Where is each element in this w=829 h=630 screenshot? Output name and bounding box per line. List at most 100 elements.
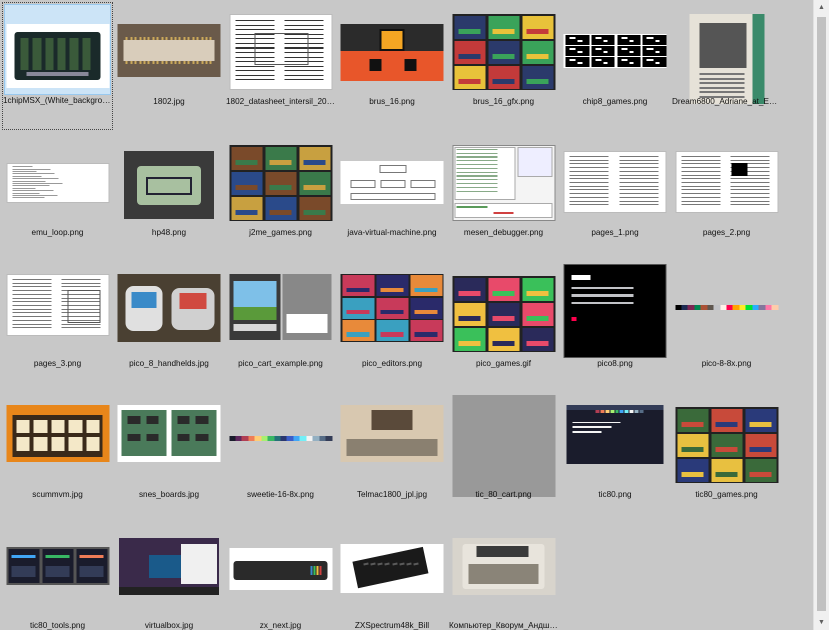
file-name-label: tic80.png (598, 490, 632, 499)
file-item[interactable]: Telmac1800_jpl.jpg (337, 395, 448, 523)
file-item[interactable]: j2me_games.png (225, 133, 336, 261)
game-grid-icon (229, 145, 332, 221)
palette-strip-icon (229, 436, 332, 441)
pcb-photo-icon (6, 24, 109, 88)
cart-icon (229, 274, 332, 340)
file-item[interactable]: tic80_games.png (671, 395, 782, 523)
debugger-window-icon (452, 145, 555, 221)
file-item[interactable]: pages_3.png (2, 264, 113, 392)
file-item[interactable]: hp48.png (114, 133, 225, 261)
cart-icon (452, 395, 555, 497)
file-item[interactable]: 1802_datasheet_intersil_2008.... (225, 2, 336, 130)
file-item[interactable]: scummvm.jpg (2, 395, 113, 523)
handheld-photo-icon (117, 274, 221, 342)
file-name-label: chip8_games.png (582, 97, 648, 106)
file-item[interactable]: tic80.png (560, 395, 671, 523)
terminal-icon (563, 264, 667, 358)
file-item[interactable]: emu_loop.png (2, 133, 113, 261)
file-name-label: zx_next.jpg (259, 621, 302, 630)
file-item[interactable]: pico_editors.png (337, 264, 448, 392)
file-name-label: pico_cart_example.png (238, 359, 323, 368)
file-name-label: Telmac1800_jpl.jpg (356, 490, 428, 499)
file-name-label: Компьютер_Кворум_Андше... (449, 621, 559, 630)
game-grid-icon (675, 407, 778, 483)
file-name-label: java-virtual-machine.png (347, 228, 437, 237)
file-item[interactable]: pico8.png (560, 264, 671, 392)
file-name-label: pages_3.png (33, 359, 82, 368)
file-item[interactable]: pico_8_handhelds.jpg (114, 264, 225, 392)
file-name-label: pico-8-8x.png (701, 359, 752, 368)
file-name-label: pages_2.png (702, 228, 751, 237)
file-name-label: mesen_debugger.png (463, 228, 544, 237)
file-name-label: virtualbox.jpg (144, 621, 194, 630)
keyboard-photo-icon (340, 544, 444, 593)
file-item[interactable]: mesen_debugger.png (448, 133, 559, 261)
file-item[interactable]: ZXSpectrum48k_Bill (337, 526, 448, 630)
file-item[interactable]: pico_cart_example.png (225, 264, 336, 392)
file-item[interactable]: Dream6800_Adriane_at_EA_1... (671, 2, 782, 130)
file-item[interactable]: brus_16.png (337, 2, 448, 130)
magazine-photo-icon (689, 14, 764, 104)
file-name-label: 1802.jpg (153, 97, 185, 106)
file-name-label: hp48.png (151, 228, 187, 237)
game-grid-icon (452, 276, 555, 352)
file-item[interactable]: pico_games.gif (448, 264, 559, 392)
code-doc-icon (6, 163, 109, 203)
file-grid-view: 1chipMSX_(White_background).jpg 1802.jpg 1… (0, 0, 813, 630)
file-item[interactable]: sweetie-16-8x.png (225, 395, 336, 523)
computer-photo-icon (340, 405, 444, 462)
file-item[interactable]: pico-8-8x.png (671, 264, 782, 392)
diagram-icon (340, 161, 444, 204)
file-name-label: sweetie-16-8x.png (247, 490, 314, 499)
file-name-label: tic80_tools.png (29, 621, 86, 630)
game-grid-icon (452, 14, 555, 90)
file-name-label: Dream6800_Adriane_at_EA_1... (672, 97, 782, 106)
file-item[interactable]: chip8_games.png (560, 2, 671, 130)
chip-photo-icon (117, 24, 221, 77)
calculator-icon (124, 151, 214, 219)
file-name-label: pico_games.gif (475, 359, 532, 368)
desktop-screenshot-icon (119, 538, 219, 595)
vertical-scrollbar[interactable]: ▲ ▼ (813, 0, 829, 630)
scroll-up-icon[interactable]: ▲ (814, 0, 829, 15)
file-item[interactable]: pages_1.png (560, 133, 671, 261)
file-item[interactable]: zx_next.jpg (225, 526, 336, 630)
file-item[interactable]: 1chipMSX_(White_background).jpg (2, 2, 113, 130)
launcher-icon (6, 405, 109, 462)
file-name-label: brus_16_gfx.png (473, 97, 534, 106)
file-name-label: snes_boards.jpg (138, 490, 200, 499)
file-name-label: tic_80_cart.png (475, 490, 532, 499)
terminal-icon (566, 405, 664, 464)
file-item[interactable]: Компьютер_Кворум_Андше... (448, 526, 559, 630)
file-name-label: j2me_games.png (249, 228, 312, 237)
datasheet-icon (229, 14, 332, 90)
file-name-label: emu_loop.png (31, 228, 84, 237)
file-name-label: brus_16.png (369, 97, 415, 106)
scroll-down-icon[interactable]: ▼ (814, 615, 829, 630)
console-screen-icon (340, 24, 444, 81)
file-item[interactable]: tic_80_cart.png (448, 395, 559, 523)
file-name-label: tic80_games.png (695, 490, 758, 499)
pcb-photo-icon (117, 405, 221, 462)
paper-page-icon (675, 151, 778, 213)
file-item[interactable]: java-virtual-machine.png (337, 133, 448, 261)
file-name-label: 1802_datasheet_intersil_2008.... (226, 97, 336, 106)
keyboard-photo-icon (229, 548, 332, 590)
palette-strip-icon (675, 305, 778, 310)
file-item[interactable]: virtualbox.jpg (114, 526, 225, 630)
paper-page-icon (563, 151, 667, 213)
file-item[interactable]: tic80_tools.png (2, 526, 113, 630)
file-item[interactable]: snes_boards.jpg (114, 395, 225, 523)
file-item[interactable]: 1802.jpg (114, 2, 225, 130)
file-name-label: 1chipMSX_(White_background).jpg (3, 96, 113, 105)
computer-photo-icon (452, 538, 555, 595)
file-item[interactable]: pages_2.png (671, 133, 782, 261)
paper-page-icon (6, 274, 109, 336)
file-item[interactable]: brus_16_gfx.png (448, 2, 559, 130)
file-name-label: pico_editors.png (361, 359, 423, 368)
file-name-label: ZXSpectrum48k_Bill (354, 621, 430, 630)
scrollbar-thumb[interactable] (817, 17, 826, 611)
file-name-label: pico_8_handhelds.jpg (129, 359, 209, 368)
file-name-label: scummvm.jpg (32, 490, 83, 499)
file-name-label: pico8.png (597, 359, 633, 368)
